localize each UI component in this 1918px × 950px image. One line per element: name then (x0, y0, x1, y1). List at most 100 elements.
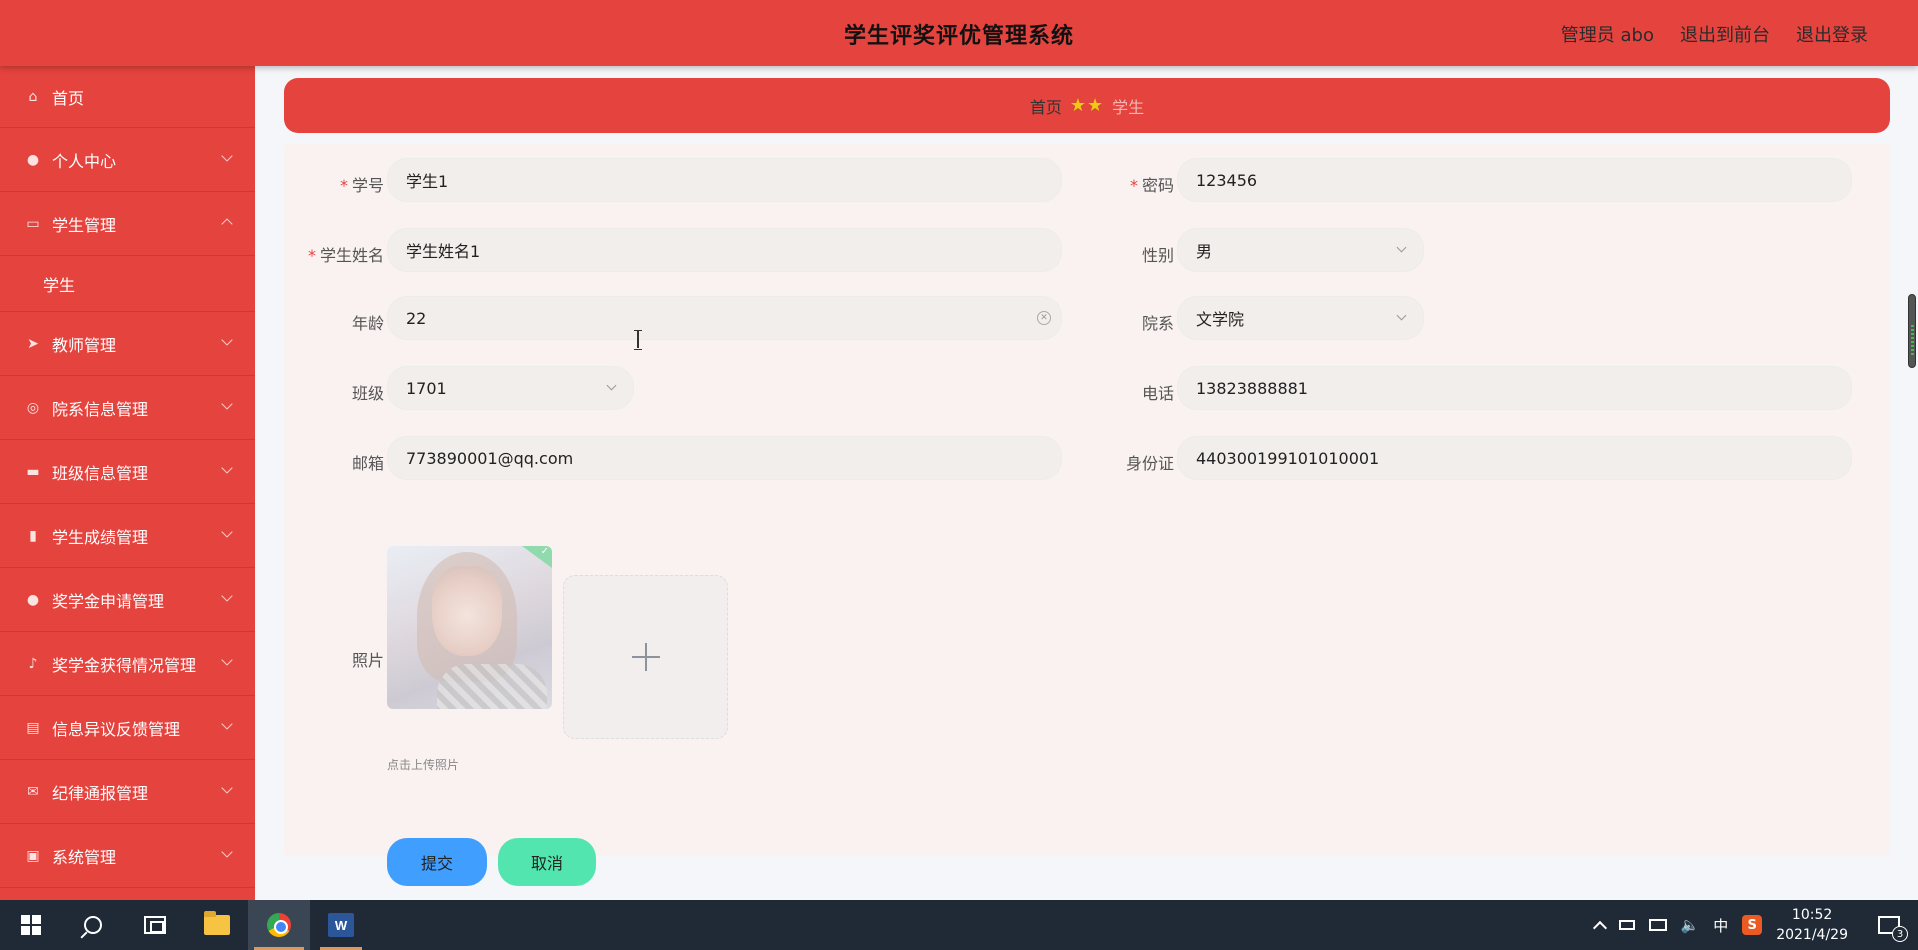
file-explorer-button[interactable] (186, 900, 248, 950)
chevron-down-icon (606, 380, 617, 391)
admin-user-label[interactable]: 管理员 abo (1561, 21, 1654, 47)
sidebar-item-label: 学生成绩管理 (52, 527, 149, 547)
clock[interactable]: 10:52 2021/4/29 (1776, 905, 1848, 945)
chevron-down-icon (221, 526, 233, 538)
word-icon: W (328, 913, 354, 937)
battery-icon[interactable] (1618, 920, 1635, 930)
sidebar-item-teacher-management[interactable]: ➤ 教师管理 (0, 312, 255, 376)
scrollbar-thumb[interactable] (1908, 294, 1916, 368)
email-input[interactable]: 773890001@qq.com (387, 436, 1062, 480)
back-to-front-link[interactable]: 退出到前台 (1680, 21, 1770, 47)
chevron-down-icon (221, 718, 233, 730)
upload-tip: 点击上传照片 (387, 758, 460, 772)
sidebar-item-home[interactable]: ⌂ 首页 (0, 66, 255, 128)
email-label: 邮箱 (351, 454, 384, 473)
student-no-input[interactable]: 学生1 (387, 158, 1062, 202)
chevron-down-icon (221, 782, 233, 794)
submit-button[interactable]: 提交 (387, 838, 487, 886)
sidebar-item-department-info[interactable]: ◎ 院系信息管理 (0, 376, 255, 440)
age-label: 年龄 (351, 314, 384, 333)
sidebar-item-scholarship-application[interactable]: ● 奖学金申请管理 (0, 568, 255, 632)
class-select[interactable]: 1701 (387, 366, 634, 410)
sidebar-item-label: 首页 (52, 88, 85, 108)
sidebar-item-personal-center[interactable]: ● 个人中心 (0, 128, 255, 192)
photo-upload-button[interactable] (563, 575, 728, 739)
photo-label: 照片 (351, 651, 384, 670)
ime-indicator[interactable]: 中 (1713, 915, 1728, 936)
student-no-label: * 学号 (339, 176, 384, 195)
sidebar-subitem-student[interactable]: 学生 (0, 256, 255, 312)
search-icon (84, 916, 102, 934)
phone-input[interactable]: 13823888881 (1177, 366, 1852, 410)
student-form: * 学号 学生1 * 密码 123456 * 学生姓名 学生姓名1 性别 男 年龄 2… (284, 144, 1890, 886)
student-name-label: * 学生姓名 (307, 246, 384, 265)
student-name-input[interactable]: 学生姓名1 (387, 228, 1062, 272)
sidebar-item-student-grades[interactable]: ▮ 学生成绩管理 (0, 504, 255, 568)
task-view-button[interactable] (124, 900, 186, 950)
gender-select[interactable]: 男 (1177, 228, 1424, 272)
header-links: 管理员 abo 退出到前台 退出登录 (1561, 21, 1868, 47)
sidebar-item-student-management[interactable]: ▭ 学生管理 (0, 192, 255, 256)
chevron-down-icon (221, 654, 233, 666)
notification-icon[interactable]: 3 (1878, 916, 1908, 942)
microphone-icon: ♪ (28, 655, 38, 672)
home-icon: ⌂ (28, 88, 38, 105)
chevron-down-icon (1396, 242, 1407, 253)
sidebar-item-scholarship-awarded[interactable]: ♪ 奖学金获得情况管理 (0, 632, 255, 696)
taskbar: W 🔈 中 S 10:52 2021/4/29 3 (0, 900, 1918, 950)
clock-time: 10:52 (1791, 907, 1833, 923)
search-button[interactable] (62, 900, 124, 950)
task-view-icon (144, 916, 166, 934)
sidebar-item-label: 奖学金获得情况管理 (52, 655, 197, 675)
monitor-icon: ▬ (26, 463, 40, 480)
window-icon: ▣ (26, 847, 40, 864)
scrollbar[interactable] (1908, 294, 1918, 368)
logout-link[interactable]: 退出登录 (1796, 21, 1868, 47)
start-button[interactable] (0, 900, 62, 950)
sidebar-item-system-management[interactable]: ▣ 系统管理 (0, 824, 255, 888)
word-button[interactable]: W (310, 900, 372, 950)
text-cursor-icon (634, 330, 642, 350)
department-select[interactable]: 文学院 (1177, 296, 1424, 340)
chevron-up-icon (221, 218, 233, 230)
clock-date: 2021/4/29 (1776, 927, 1848, 943)
age-input[interactable]: 22 ✕ (387, 296, 1062, 340)
password-label: * 密码 (1129, 176, 1174, 195)
sidebar-item-class-info[interactable]: ▬ 班级信息管理 (0, 440, 255, 504)
breadcrumb: 首页 ★★ 学生 (284, 78, 1890, 133)
sidebar-item-label: 信息异议反馈管理 (52, 719, 181, 739)
gender-value: 男 (1196, 242, 1213, 261)
sidebar-item-feedback[interactable]: ▤ 信息异议反馈管理 (0, 696, 255, 760)
photo-thumbnail[interactable]: ✓ (387, 546, 552, 709)
sidebar-item-label: 学生管理 (52, 215, 117, 235)
show-hidden-icons[interactable] (1592, 917, 1607, 936)
caret-up-icon (1592, 920, 1607, 936)
sidebar-item-discipline-notice[interactable]: ✉ 纪律通报管理 (0, 760, 255, 824)
password-input[interactable]: 123456 (1177, 158, 1852, 202)
sogou-icon[interactable]: S (1742, 915, 1763, 935)
sidebar-item-label: 奖学金申请管理 (52, 591, 165, 611)
bar-chart-icon: ▮ (29, 527, 37, 544)
send-icon: ➤ (27, 335, 39, 352)
notification-count: 3 (1892, 926, 1908, 942)
id-card-input[interactable]: 440300199101010001 (1177, 436, 1852, 480)
volume-icon[interactable]: 🔈 (1681, 916, 1700, 934)
chrome-button[interactable] (248, 900, 310, 950)
sidebar-item-label: 系统管理 (52, 847, 117, 867)
cancel-button[interactable]: 取消 (498, 838, 596, 886)
windows-icon (21, 915, 41, 935)
sidebar: ⌂ 首页 ● 个人中心 ▭ 学生管理 学生 ➤ 教师管理 ◎ 院系信息管理 ▬ … (0, 66, 255, 900)
department-value: 文学院 (1196, 310, 1245, 329)
breadcrumb-current: 学生 (1112, 97, 1145, 117)
department-label: 院系 (1141, 314, 1174, 333)
chat-icon: ▭ (26, 215, 40, 232)
clear-icon[interactable]: ✕ (1037, 311, 1051, 325)
main-content: 首页 ★★ 学生 * 学号 学生1 * 密码 123456 * 学生姓名 学生姓名1 … (255, 66, 1918, 900)
chevron-down-icon (221, 590, 233, 602)
chevron-down-icon (221, 846, 233, 858)
chrome-icon (267, 913, 291, 937)
id-card-label: 身份证 (1125, 454, 1174, 473)
breadcrumb-home[interactable]: 首页 (1030, 94, 1062, 118)
sidebar-item-label: 教师管理 (52, 335, 117, 355)
network-icon[interactable] (1648, 919, 1667, 931)
